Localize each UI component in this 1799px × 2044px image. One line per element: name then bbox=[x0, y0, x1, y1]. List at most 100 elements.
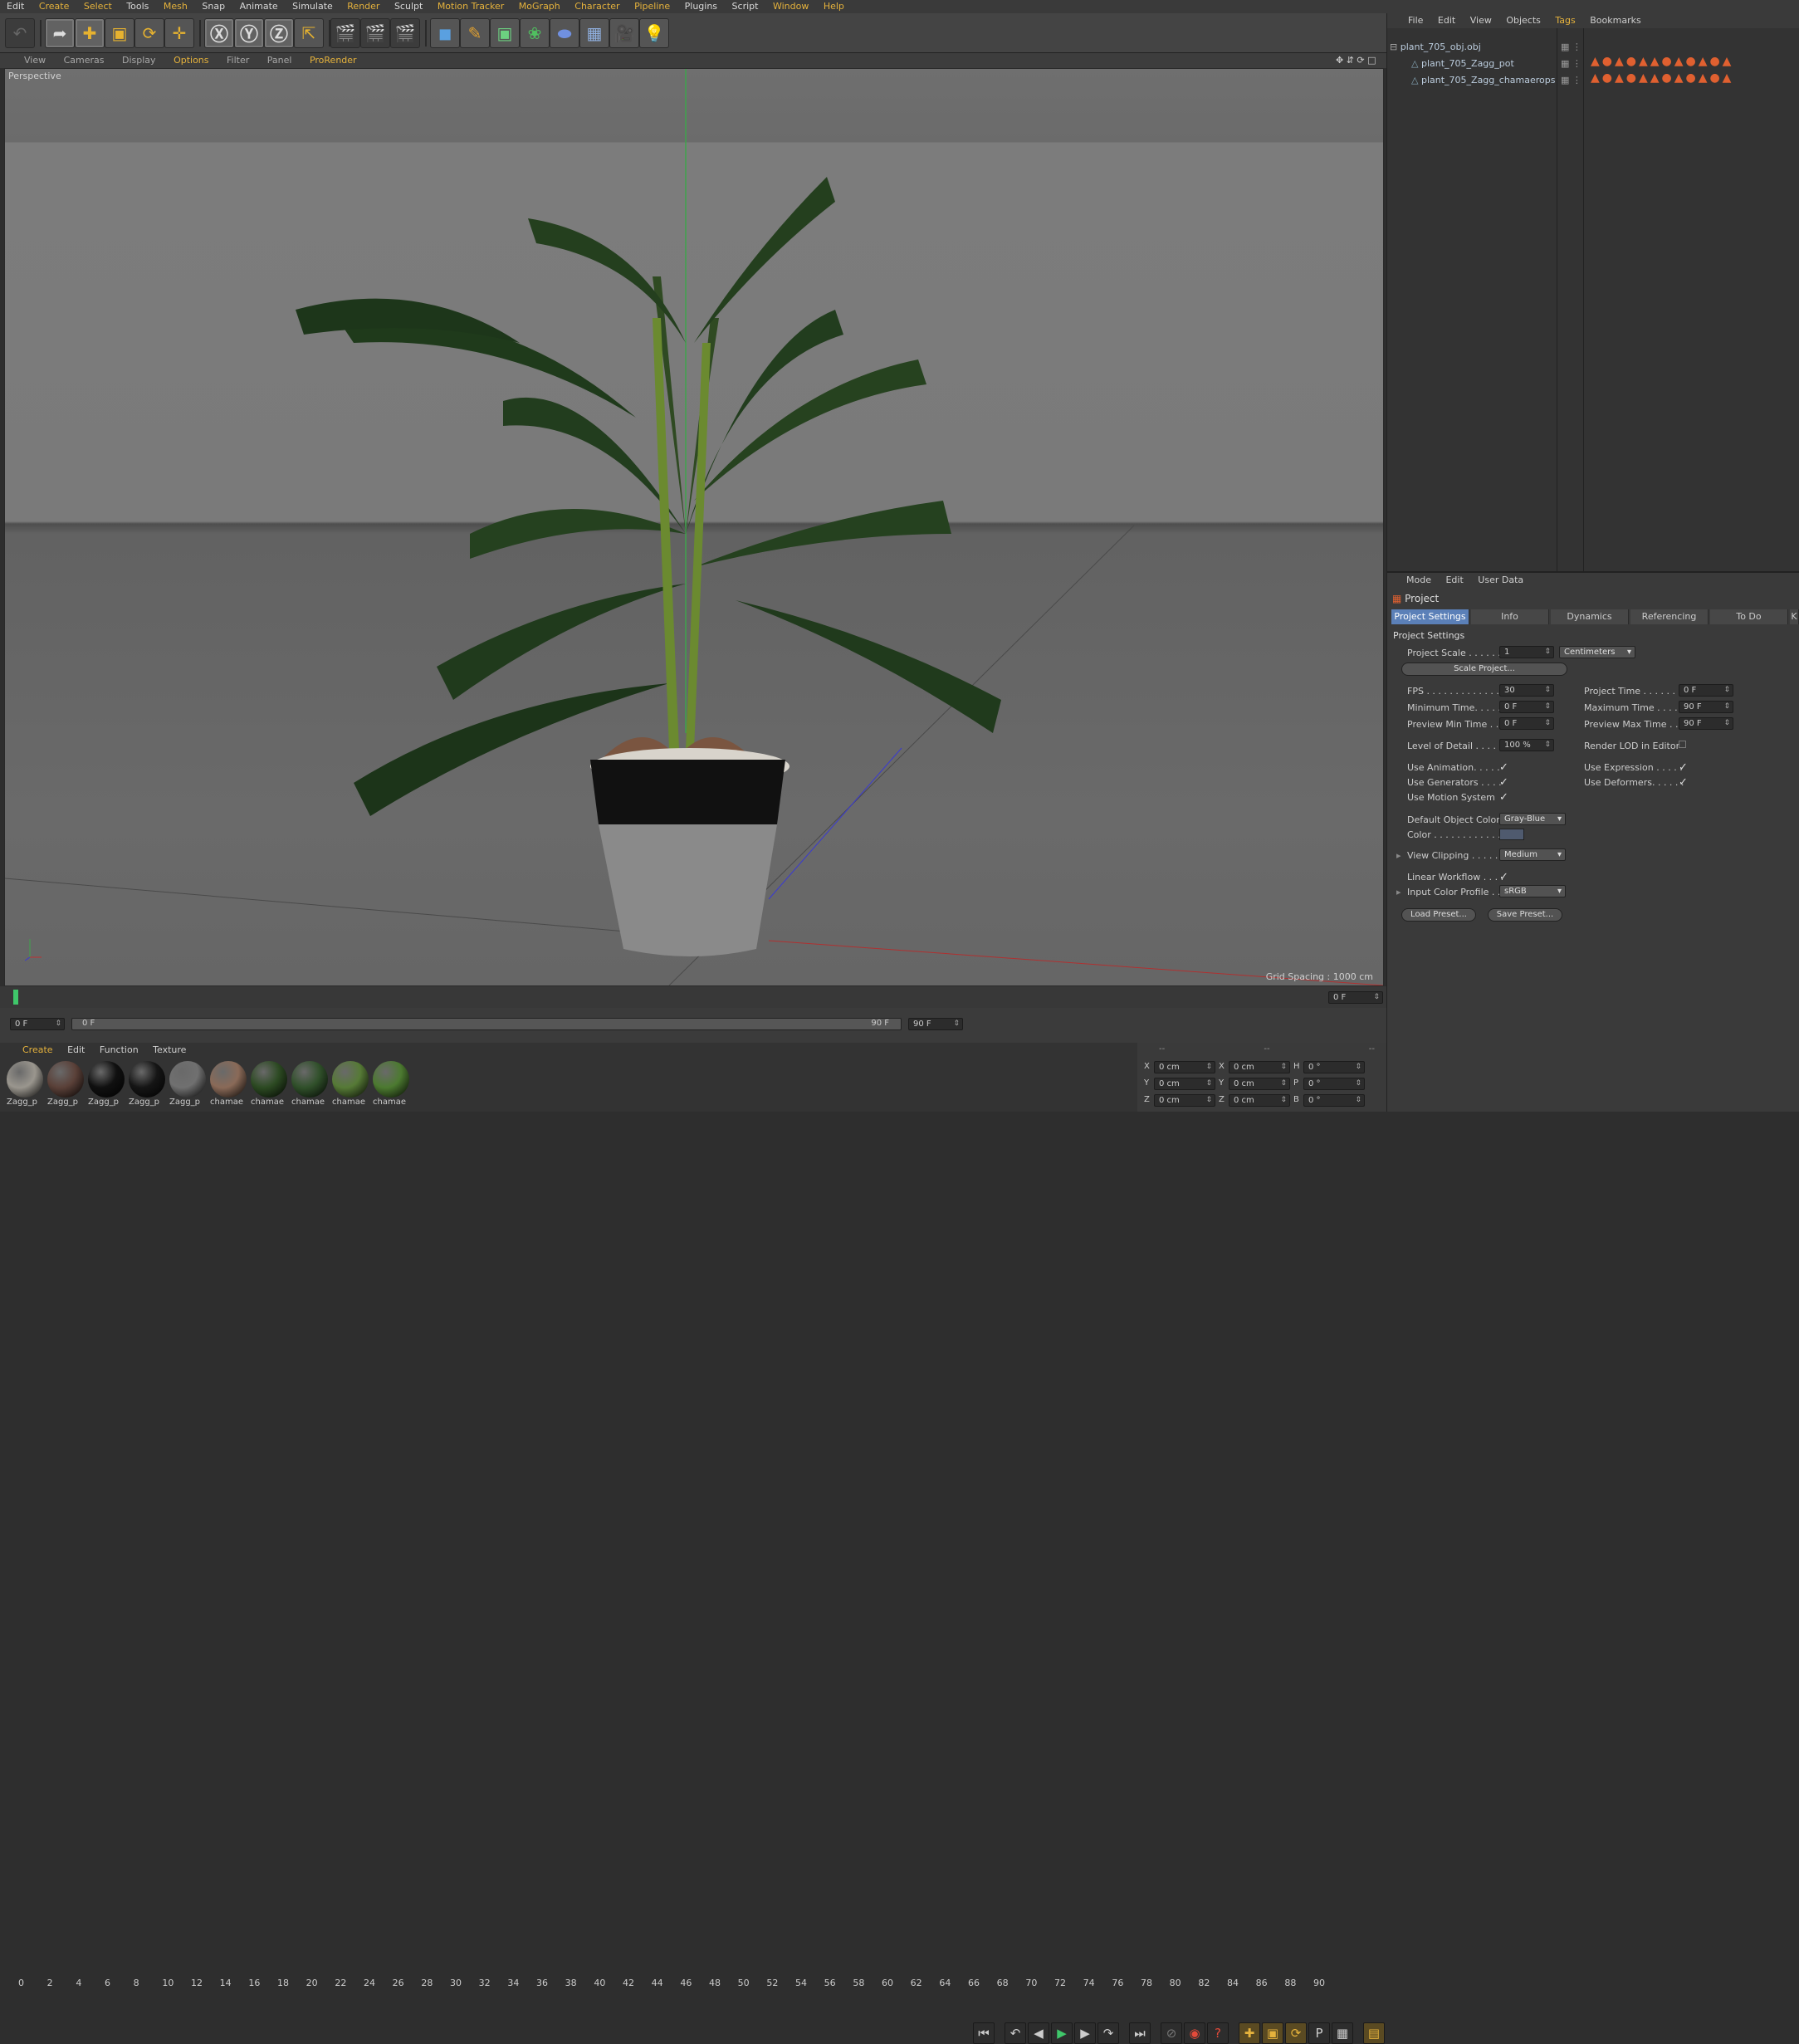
deformer-icon[interactable]: ⬬ bbox=[550, 18, 579, 48]
coord-value-field[interactable]: 0 ° bbox=[1303, 1094, 1365, 1107]
object-name[interactable]: plant_705_Zagg_pot bbox=[1421, 58, 1514, 69]
undo-icon[interactable]: ↶ bbox=[5, 18, 35, 48]
viewport-menu-view[interactable]: View bbox=[17, 55, 53, 66]
max-time-field[interactable]: 90 F bbox=[1679, 701, 1733, 713]
menu-sculpt[interactable]: Sculpt bbox=[388, 1, 428, 12]
expand-icon[interactable]: ⊟ bbox=[1390, 42, 1401, 52]
coord-value-field[interactable]: 0 cm bbox=[1154, 1094, 1215, 1107]
spline-pen-icon[interactable]: ✎ bbox=[460, 18, 490, 48]
coordinate-system-icon[interactable]: ⇱ bbox=[294, 18, 324, 48]
coord-value-field[interactable]: 0 cm bbox=[1154, 1078, 1215, 1090]
z-axis-lock-icon[interactable]: Ⓩ bbox=[264, 18, 294, 48]
playhead-marker[interactable] bbox=[13, 990, 18, 1005]
material-menu-edit[interactable]: Edit bbox=[61, 1044, 90, 1055]
om-menu-file[interactable]: File bbox=[1402, 15, 1429, 26]
attr-menu-edit[interactable]: Edit bbox=[1440, 575, 1469, 585]
input-profile-expand-icon[interactable]: ▸ bbox=[1396, 887, 1401, 897]
render-picture-viewer-icon[interactable]: 🎬 bbox=[360, 18, 390, 48]
lod-field[interactable]: 100 % bbox=[1499, 739, 1554, 751]
use-expression-checkbox[interactable]: ✓ bbox=[1679, 762, 1689, 773]
play-icon[interactable]: ▶ bbox=[1051, 2022, 1073, 2044]
scale-unit-dropdown[interactable]: Centimeters bbox=[1559, 646, 1635, 658]
preview-min-field[interactable]: 0 F bbox=[1499, 717, 1554, 730]
material-swatch[interactable] bbox=[88, 1061, 125, 1098]
min-time-field[interactable]: 0 F bbox=[1499, 701, 1554, 713]
viewport-menu-display[interactable]: Display bbox=[115, 55, 164, 66]
coord-value-field[interactable]: 0 cm bbox=[1229, 1094, 1290, 1107]
default-color-dropdown[interactable]: Gray-Blue bbox=[1499, 813, 1566, 825]
frame-range-slider[interactable]: 0 F 90 F bbox=[71, 1018, 902, 1030]
menu-render[interactable]: Render bbox=[340, 1, 384, 12]
object-name[interactable]: plant_705_obj.obj bbox=[1401, 42, 1481, 52]
object-row-plant[interactable]: △ plant_705_Zagg_chamaerops bbox=[1411, 73, 1577, 88]
om-menu-edit[interactable]: Edit bbox=[1432, 15, 1461, 26]
key-rotation-icon[interactable]: ⟳ bbox=[1285, 2022, 1307, 2044]
visibility-toggles[interactable]: ▦ ⋮ bbox=[1561, 58, 1581, 69]
tag-row-pot[interactable]: ▲●▲●▲▲●▲●▲●▲ bbox=[1591, 55, 1733, 68]
object-name[interactable]: plant_705_Zagg_chamaerops bbox=[1421, 75, 1556, 86]
use-animation-checkbox[interactable]: ✓ bbox=[1499, 762, 1510, 773]
coord-value-field[interactable]: 0 cm bbox=[1229, 1061, 1290, 1073]
fps-field[interactable]: 30 bbox=[1499, 684, 1554, 697]
linear-workflow-checkbox[interactable]: ✓ bbox=[1499, 872, 1510, 883]
cube-primitive-icon[interactable]: ◼ bbox=[430, 18, 460, 48]
menu-pipeline[interactable]: Pipeline bbox=[628, 1, 675, 12]
rotate-tool-icon[interactable]: ⟳ bbox=[134, 18, 164, 48]
attr-menu-mode[interactable]: Mode bbox=[1401, 575, 1437, 585]
camera-icon[interactable]: 🎥 bbox=[609, 18, 639, 48]
start-frame-field[interactable]: 0 F bbox=[10, 1018, 65, 1030]
goto-start-icon[interactable]: ⏮ bbox=[973, 2022, 995, 2044]
menu-select[interactable]: Select bbox=[77, 1, 117, 12]
viewport-nav-icons[interactable]: ✥ ⇵ ⟳ □ bbox=[1328, 53, 1384, 68]
material-swatch[interactable] bbox=[169, 1061, 206, 1098]
project-time-field[interactable]: 0 F bbox=[1679, 684, 1733, 697]
material-menu-function[interactable]: Function bbox=[94, 1044, 144, 1055]
previous-frame-icon[interactable]: ◀ bbox=[1028, 2022, 1049, 2044]
input-profile-dropdown[interactable]: sRGB bbox=[1499, 885, 1566, 897]
material-swatch[interactable] bbox=[291, 1061, 328, 1098]
key-scale-icon[interactable]: ▣ bbox=[1262, 2022, 1283, 2044]
y-axis-lock-icon[interactable]: Ⓨ bbox=[234, 18, 264, 48]
select-tool-icon[interactable]: ➦ bbox=[45, 18, 75, 48]
preview-max-field[interactable]: 90 F bbox=[1679, 717, 1733, 730]
menu-character[interactable]: Character bbox=[568, 1, 624, 12]
record-keys-icon[interactable]: ⊘ bbox=[1161, 2022, 1182, 2044]
x-axis-lock-icon[interactable]: Ⓧ bbox=[204, 18, 234, 48]
view-clipping-dropdown[interactable]: Medium bbox=[1499, 848, 1566, 861]
next-key-icon[interactable]: ↷ bbox=[1097, 2022, 1119, 2044]
menu-tools[interactable]: Tools bbox=[120, 1, 154, 12]
tab-dynamics[interactable]: Dynamics bbox=[1551, 609, 1629, 624]
menu-window[interactable]: Window bbox=[766, 1, 814, 12]
attr-menu-user-data[interactable]: User Data bbox=[1472, 575, 1529, 585]
om-menu-objects[interactable]: Objects bbox=[1500, 15, 1547, 26]
load-preset-button[interactable]: Load Preset... bbox=[1401, 908, 1476, 922]
move-tool-icon[interactable]: ✚ bbox=[75, 18, 105, 48]
save-preset-button[interactable]: Save Preset... bbox=[1488, 908, 1562, 922]
material-menu-texture[interactable]: Texture bbox=[147, 1044, 192, 1055]
render-view-icon[interactable]: 🎬 bbox=[330, 18, 360, 48]
material-swatch[interactable] bbox=[210, 1061, 247, 1098]
tab-key-interpolation[interactable]: K bbox=[1790, 609, 1799, 624]
timeline-ruler[interactable]: 0 2 4 6 8 10 12 14 16 18 20 22 24 26 28 30 32 34 36 38 40 42 4… bbox=[0, 986, 1386, 1988]
key-parameter-icon[interactable]: P bbox=[1308, 2022, 1330, 2044]
color-swatch[interactable] bbox=[1499, 829, 1524, 840]
tab-project-settings[interactable]: Project Settings bbox=[1391, 609, 1469, 624]
goto-end-icon[interactable]: ⏭ bbox=[1129, 2022, 1151, 2044]
coord-value-field[interactable]: 0 ° bbox=[1303, 1078, 1365, 1090]
use-motion-checkbox[interactable]: ✓ bbox=[1499, 792, 1510, 803]
floor-icon[interactable]: ▦ bbox=[579, 18, 609, 48]
menu-mograph[interactable]: MoGraph bbox=[512, 1, 565, 12]
material-swatch[interactable] bbox=[373, 1061, 409, 1098]
material-swatch[interactable] bbox=[7, 1061, 43, 1098]
scale-project-button[interactable]: Scale Project... bbox=[1401, 663, 1567, 676]
transform-tool-icon[interactable]: ✛ bbox=[164, 18, 194, 48]
viewport-menu-options[interactable]: Options bbox=[166, 55, 216, 66]
tab-to-do[interactable]: To Do bbox=[1710, 609, 1788, 624]
previous-key-icon[interactable]: ↶ bbox=[1005, 2022, 1026, 2044]
object-row-pot[interactable]: △ plant_705_Zagg_pot bbox=[1411, 56, 1577, 71]
menu-simulate[interactable]: Simulate bbox=[286, 1, 338, 12]
material-swatch[interactable] bbox=[251, 1061, 287, 1098]
key-pla-icon[interactable]: ▦ bbox=[1332, 2022, 1353, 2044]
menu-snap[interactable]: Snap bbox=[195, 1, 230, 12]
subdivision-surface-icon[interactable]: ▣ bbox=[490, 18, 520, 48]
